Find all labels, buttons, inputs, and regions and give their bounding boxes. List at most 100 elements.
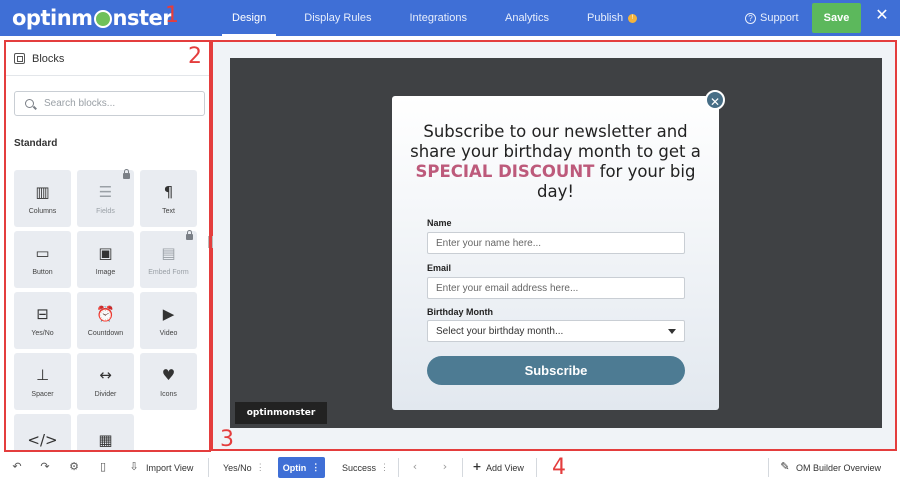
top-bar: optinm nster 1 Design Display Rules Integ… [0,0,900,36]
birthday-month-select[interactable]: Select your birthday month... [427,320,685,342]
block-yes-no[interactable]: ⊟ Yes/No [14,292,71,349]
save-button[interactable]: Save [812,3,861,33]
close-builder-icon[interactable]: ✕ [874,8,890,24]
block-label: Countdown [87,330,124,337]
block-embed-form[interactable]: ▤ Embed Form [140,230,197,288]
blocks-panel-header: Blocks [6,42,209,76]
heart-icon: ♥ [161,366,176,384]
publish-warning-icon: ! [628,13,638,23]
chevron-left-icon[interactable]: ‹ [408,459,422,475]
bottom-divider [208,458,209,477]
lock-icon [186,230,193,240]
block-spacer[interactable]: ⊥ Spacer [14,353,71,410]
bottom-divider [462,458,463,477]
block-columns[interactable]: ▥ Columns [14,170,71,227]
block-button[interactable]: ▭ Button [14,231,71,288]
add-view-button[interactable]: Add View [486,455,524,480]
popup-headline[interactable]: Subscribe to our newsletter and share yo… [408,122,703,202]
section-title-standard: Standard [14,138,58,149]
columns-icon: ▥ [35,183,50,201]
search-blocks-input[interactable] [44,98,194,109]
view-tab-yes-no[interactable]: Yes/No ⋮ [223,455,265,480]
code-icon: </> [27,430,58,449]
plus-icon: + [472,460,482,473]
pencil-icon: ✎ [780,460,790,473]
optinmonster-logo[interactable]: optinm nster [12,5,173,31]
tab-display-rules[interactable]: Display Rules [290,0,385,36]
email-field[interactable] [427,277,685,299]
view-tab-optin[interactable]: Optin ⋮ [278,457,325,478]
chevron-down-icon [668,329,676,334]
import-icon: ⇩ [129,460,139,473]
headline-highlight: SPECIAL DISCOUNT [415,162,595,181]
block-text[interactable]: ¶ Text [140,170,197,227]
tab-analytics[interactable]: Analytics [491,0,563,36]
main-nav: Design Display Rules Integrations Analyt… [218,0,661,36]
question-circle-icon: ? [745,12,756,24]
kebab-menu-icon[interactable]: ⋮ [311,462,320,473]
bottom-divider [768,458,769,477]
panel-resize-handle[interactable] [208,236,213,248]
blocks-panel: Blocks Standard ▥ Columns ☰ Fields ¶ Text ▭ But… [4,40,211,452]
tab-integrations[interactable]: Integrations [396,0,481,36]
block-label: Video [159,330,178,337]
block-video[interactable]: ▶ Video [140,292,197,349]
embed-form-icon: ▤ [161,244,176,262]
image-icon: ▣ [98,244,113,262]
name-input[interactable] [436,237,676,249]
email-label: Email [427,263,452,273]
optin-popup[interactable]: ✕ Subscribe to our newsletter and share … [392,90,725,410]
subscribe-button[interactable]: Subscribe [427,356,685,385]
block-label: Icons [160,391,177,398]
logo-text-start: optinm [12,6,93,30]
name-label: Name [427,218,452,228]
block-fields[interactable]: ☰ Fields [77,169,134,227]
block-code[interactable]: </> [14,414,71,450]
block-calendar[interactable]: ▦ [77,414,134,450]
gear-icon[interactable]: ⚙ [67,459,81,475]
tab-design[interactable]: Design [218,0,280,36]
tab-integrations-label: Integrations [409,12,467,24]
block-divider[interactable]: ↔ Divider [77,353,134,410]
kebab-menu-icon[interactable]: ⋮ [380,462,389,473]
mobile-preview-icon[interactable]: ▯ [96,459,110,475]
email-input[interactable] [436,282,676,294]
block-icons[interactable]: ♥ Icons [140,353,197,410]
annotation-number-3: 3 [220,427,234,452]
canvas-preview[interactable]: ✕ Subscribe to our newsletter and share … [230,58,882,428]
tab-design-label: Design [232,12,267,24]
block-label: Divider [94,391,117,398]
blocks-icon [14,53,25,64]
popup-close-icon[interactable]: ✕ [705,90,725,110]
chevron-right-icon[interactable]: › [438,459,452,475]
support-link[interactable]: ? Support [745,0,799,36]
divider-icon: ↔ [99,366,112,384]
fields-icon: ☰ [98,183,113,201]
monster-logo-icon [93,10,112,28]
optinmonster-watermark: optinmonster [235,402,327,424]
yes-no-icon: ⊟ [36,305,49,323]
blocks-grid: ▥ Columns ☰ Fields ¶ Text ▭ Button ▣ Image ▤ Embed … [14,169,204,450]
tab-analytics-label: Analytics [504,12,550,24]
view-tab-success[interactable]: Success ⋮ [342,455,389,480]
view-tab-optin-label: Optin [282,462,307,473]
tab-publish[interactable]: Publish! [573,0,651,36]
annotation-number-2: 2 [188,44,202,69]
block-countdown[interactable]: ⏰ Countdown [77,292,134,349]
logo-text-end: nster [112,6,173,30]
block-image[interactable]: ▣ Image [77,231,134,288]
import-view-button[interactable]: Import View [146,455,193,480]
om-builder-overview-button[interactable]: OM Builder Overview [796,455,881,480]
annotation-number-4: 4 [552,455,566,480]
name-field[interactable] [427,232,685,254]
kebab-menu-icon[interactable]: ⋮ [256,462,265,473]
undo-icon[interactable]: ↶ [10,459,24,475]
view-tab-yes-no-label: Yes/No [223,462,252,473]
block-label: Spacer [31,391,54,398]
block-label: Button [32,269,53,276]
redo-icon[interactable]: ↷ [38,459,52,475]
optinmonster-builder: optinm nster 1 Design Display Rules Integ… [0,0,900,480]
bottom-divider [536,458,537,477]
tab-publish-label: Publish [587,12,624,24]
canvas-area: ✕ Subscribe to our newsletter and share … [211,40,897,451]
